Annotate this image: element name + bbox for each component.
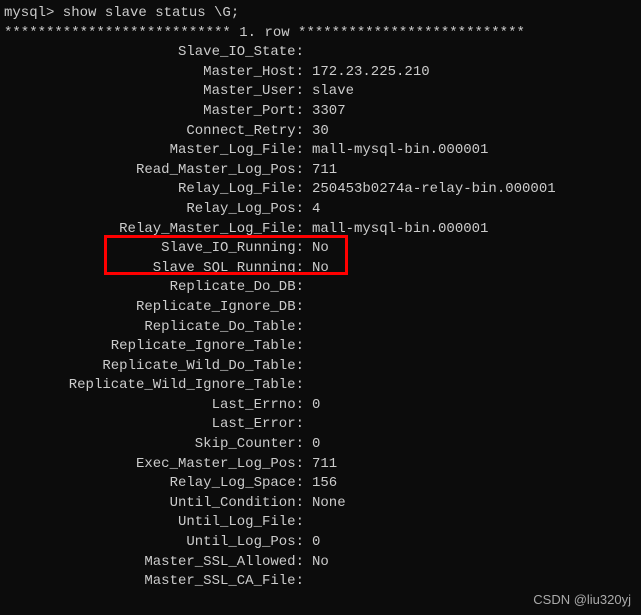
field-value	[304, 357, 312, 377]
field-value: 4	[304, 200, 320, 220]
status-row: Until_Log_Pos:0	[4, 533, 637, 553]
field-value	[304, 513, 312, 533]
field-value: No	[304, 553, 329, 573]
field-value	[304, 278, 312, 298]
status-row: Read_Master_Log_Pos:711	[4, 161, 637, 181]
field-label: Until_Condition:	[4, 494, 304, 514]
field-label: Master_Log_File:	[4, 141, 304, 161]
row-separator: *************************** 1. row *****…	[4, 24, 637, 44]
field-label: Slave_SQL_Running:	[4, 259, 304, 279]
status-row: Relay_Log_Pos:4	[4, 200, 637, 220]
status-row: Master_User:slave	[4, 82, 637, 102]
field-value: No	[304, 259, 329, 279]
field-value: No	[304, 239, 329, 259]
field-value	[304, 337, 312, 357]
field-label: Skip_Counter:	[4, 435, 304, 455]
field-value	[304, 376, 312, 396]
field-label: Last_Errno:	[4, 396, 304, 416]
field-label: Replicate_Ignore_DB:	[4, 298, 304, 318]
field-value: mall-mysql-bin.000001	[304, 141, 488, 161]
field-value: 3307	[304, 102, 346, 122]
status-row: Until_Log_File:	[4, 513, 637, 533]
field-value	[304, 43, 312, 63]
status-row: Master_Host:172.23.225.210	[4, 63, 637, 83]
field-value: mall-mysql-bin.000001	[304, 220, 488, 240]
field-label: Slave_IO_State:	[4, 43, 304, 63]
status-row: Master_SSL_Allowed:No	[4, 553, 637, 573]
status-fields-container: Slave_IO_State:Master_Host:172.23.225.21…	[4, 43, 637, 592]
status-row: Relay_Log_File:250453b0274a-relay-bin.00…	[4, 180, 637, 200]
status-row: Replicate_Do_Table:	[4, 318, 637, 338]
status-row: Skip_Counter:0	[4, 435, 637, 455]
field-label: Relay_Log_Space:	[4, 474, 304, 494]
status-row: Relay_Log_Space:156	[4, 474, 637, 494]
status-row: Replicate_Do_DB:	[4, 278, 637, 298]
field-label: Relay_Master_Log_File:	[4, 220, 304, 240]
csdn-watermark: CSDN @liu320yj	[533, 591, 631, 609]
status-row: Connect_Retry:30	[4, 122, 637, 142]
field-label: Last_Error:	[4, 415, 304, 435]
field-value: 250453b0274a-relay-bin.000001	[304, 180, 556, 200]
field-value: 30	[304, 122, 329, 142]
field-label: Until_Log_File:	[4, 513, 304, 533]
field-label: Master_Port:	[4, 102, 304, 122]
field-value: 711	[304, 455, 337, 475]
field-value	[304, 318, 312, 338]
field-value: 172.23.225.210	[304, 63, 430, 83]
field-label: Replicate_Wild_Do_Table:	[4, 357, 304, 377]
field-label: Master_User:	[4, 82, 304, 102]
field-value: None	[304, 494, 346, 514]
status-row: Master_Port:3307	[4, 102, 637, 122]
field-value: 0	[304, 396, 320, 416]
field-label: Master_SSL_CA_File:	[4, 572, 304, 592]
mysql-prompt: mysql> show slave status \G;	[4, 4, 637, 24]
status-row: Exec_Master_Log_Pos:711	[4, 455, 637, 475]
field-label: Master_SSL_Allowed:	[4, 553, 304, 573]
field-value	[304, 572, 312, 592]
status-row: Relay_Master_Log_File:mall-mysql-bin.000…	[4, 220, 637, 240]
status-row: Slave_IO_Running:No	[4, 239, 637, 259]
field-label: Connect_Retry:	[4, 122, 304, 142]
field-label: Exec_Master_Log_Pos:	[4, 455, 304, 475]
status-row: Last_Errno:0	[4, 396, 637, 416]
field-label: Slave_IO_Running:	[4, 239, 304, 259]
field-value: 0	[304, 435, 320, 455]
status-row: Master_SSL_CA_File:	[4, 572, 637, 592]
status-row: Replicate_Wild_Do_Table:	[4, 357, 637, 377]
field-label: Replicate_Do_Table:	[4, 318, 304, 338]
field-label: Read_Master_Log_Pos:	[4, 161, 304, 181]
field-label: Relay_Log_File:	[4, 180, 304, 200]
field-value: slave	[304, 82, 354, 102]
status-row: Slave_SQL_Running:No	[4, 259, 637, 279]
status-row: Until_Condition:None	[4, 494, 637, 514]
status-row: Replicate_Ignore_DB:	[4, 298, 637, 318]
field-label: Replicate_Ignore_Table:	[4, 337, 304, 357]
status-row: Replicate_Ignore_Table:	[4, 337, 637, 357]
field-value: 156	[304, 474, 337, 494]
field-label: Replicate_Do_DB:	[4, 278, 304, 298]
status-row: Slave_IO_State:	[4, 43, 637, 63]
status-row: Replicate_Wild_Ignore_Table:	[4, 376, 637, 396]
field-label: Replicate_Wild_Ignore_Table:	[4, 376, 304, 396]
field-label: Until_Log_Pos:	[4, 533, 304, 553]
field-label: Relay_Log_Pos:	[4, 200, 304, 220]
field-label: Master_Host:	[4, 63, 304, 83]
status-row: Master_Log_File:mall-mysql-bin.000001	[4, 141, 637, 161]
status-row: Last_Error:	[4, 415, 637, 435]
field-value: 0	[304, 533, 320, 553]
field-value	[304, 415, 312, 435]
field-value	[304, 298, 312, 318]
field-value: 711	[304, 161, 337, 181]
